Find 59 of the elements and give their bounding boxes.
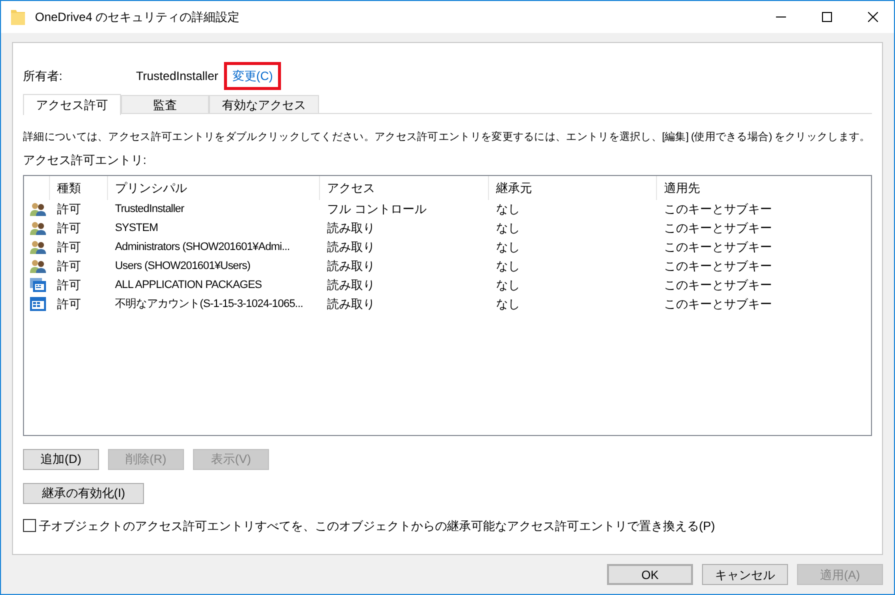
change-link[interactable]: 変更(C) xyxy=(224,62,281,90)
entries-label: アクセス許可エントリ: xyxy=(23,152,148,169)
owner-label: 所有者: xyxy=(23,68,64,85)
table-cell-text: なし xyxy=(495,277,521,294)
button[interactable]: OK xyxy=(607,564,693,585)
table-cell-text: なし xyxy=(495,296,521,314)
table-cell-text: このキーとサブキー xyxy=(663,239,773,256)
owner-name: TrustedInstaller xyxy=(136,68,218,85)
table-cell-text: このキーとサブキー xyxy=(663,220,773,238)
folder-icon xyxy=(11,9,25,25)
table-cell-text: 読み取り xyxy=(326,239,376,256)
button[interactable]: キャンセル xyxy=(702,564,788,585)
table-cell-text: Users (SHOW201601¥Users) xyxy=(114,259,252,274)
table-cell-text: なし xyxy=(495,201,521,218)
table-cell-text: なし xyxy=(495,220,521,238)
table-cell-text: 許可 xyxy=(56,296,82,314)
column-header[interactable]: 種類 xyxy=(49,176,107,200)
checkbox[interactable] xyxy=(23,519,36,532)
maximize-icon[interactable] xyxy=(822,12,832,22)
table-cell-text: 許可 xyxy=(56,258,82,276)
users-icon xyxy=(30,202,46,216)
table-cell-text: このキーとサブキー xyxy=(663,277,773,294)
tab[interactable]: 監査 xyxy=(121,95,209,114)
table-cell-text: 許可 xyxy=(56,220,82,238)
table-cell-text: ALL APPLICATION PACKAGES xyxy=(114,278,263,293)
table-cell-text: なし xyxy=(495,258,521,276)
window-title: OneDrive4 のセキュリティの詳細設定 xyxy=(35,9,240,26)
instructions-text: 詳細については、アクセス許可エントリをダブルクリックしてください。アクセス許可エントリを変更するには、エントリを選択し、[編集] (使用できる場合) をクリックします。 xyxy=(23,130,872,145)
table-cell-text: TrustedInstaller xyxy=(114,202,186,217)
table-cell-text: このキーとサブキー xyxy=(663,296,773,314)
table-cell-text: 読み取り xyxy=(326,220,376,238)
column-header[interactable]: 継承元 xyxy=(488,176,656,200)
users-icon xyxy=(30,259,46,274)
tab[interactable]: アクセス許可 xyxy=(23,94,121,115)
table-cell-text: 読み取り xyxy=(326,258,376,276)
app-window-icon xyxy=(30,278,46,292)
column-header[interactable]: 適用先 xyxy=(656,176,871,200)
app-window-icon xyxy=(30,297,46,312)
table-cell-text: 読み取り xyxy=(326,296,376,314)
column-header[interactable]: プリンシパル xyxy=(107,176,319,200)
table-cell-text: 許可 xyxy=(56,201,82,218)
table-cell-text: このキーとサブキー xyxy=(663,258,773,276)
users-icon xyxy=(30,221,46,236)
table-cell-text: 許可 xyxy=(56,277,82,294)
button[interactable]: 継承の有効化(I) xyxy=(23,482,144,504)
table-cell-text: 不明なアカウント(S-1-15-3-1024-1065... xyxy=(114,297,304,312)
checkbox-label: 子オブジェクトのアクセス許可エントリすべてを、このオブジェクトからの継承可能なアクセス許可エントリで置き換える(P) xyxy=(39,518,715,535)
column-header[interactable]: アクセス xyxy=(319,176,488,200)
table-cell-text: フル コントロール xyxy=(326,201,428,218)
table-cell-text: なし xyxy=(495,239,521,256)
close-icon[interactable] xyxy=(868,12,878,22)
button[interactable]: 追加(D) xyxy=(23,448,99,470)
table-cell-text: 許可 xyxy=(56,239,82,256)
users-icon xyxy=(30,240,46,254)
table-cell-text: Administrators (SHOW201601¥Admi... xyxy=(114,240,291,255)
tab[interactable]: 有効なアクセス xyxy=(209,95,319,114)
table-cell-text: このキーとサブキー xyxy=(663,201,773,218)
table-cell-text: 読み取り xyxy=(326,277,376,294)
table-cell-text: SYSTEM xyxy=(114,221,159,236)
